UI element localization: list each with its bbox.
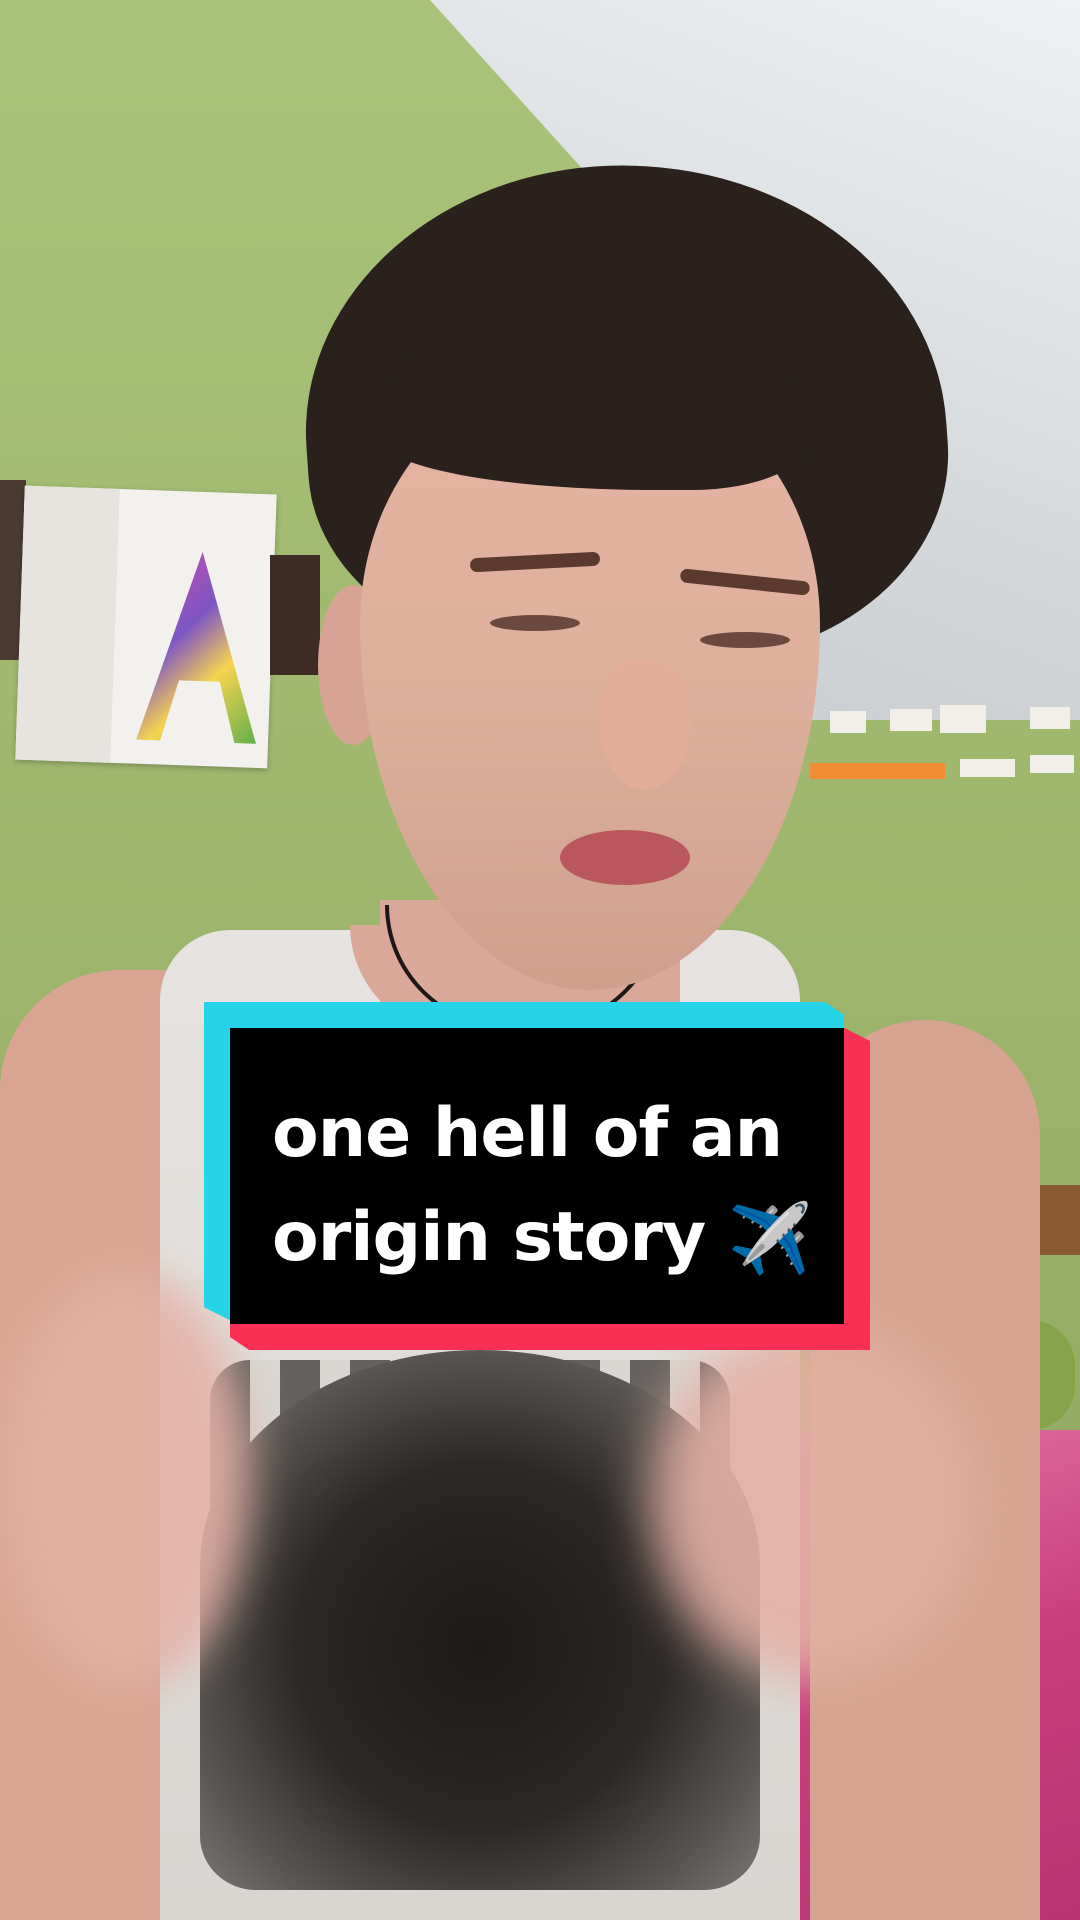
nose [600,660,690,790]
airplane-icon: ✈️ [727,1200,813,1279]
wall-poster [15,485,277,769]
wall-frame-small [270,555,320,675]
video-frame [0,0,1080,1920]
left-eye [490,615,580,631]
caption-line-2-text: origin story [272,1198,706,1277]
blurred-right-hand [650,1320,980,1680]
wall-note [940,705,986,733]
wall-note [1030,755,1074,773]
mouth [560,830,690,885]
wall-note [1030,707,1070,729]
wall-note [890,709,932,731]
caption-text: one hell of an origin story ✈️ [272,1082,832,1290]
poster-side-strip [15,485,120,763]
wall-note [960,759,1015,777]
wall-note [810,763,945,779]
caption-overlay: one hell of an origin story ✈️ [204,1002,870,1350]
wall-note [830,711,866,733]
right-eye [700,632,790,648]
poster-letter-graphic [136,550,263,744]
caption-line-1: one hell of an [272,1094,783,1173]
wall-notes [810,705,1080,785]
caption-line-2: origin story ✈️ [272,1186,832,1290]
